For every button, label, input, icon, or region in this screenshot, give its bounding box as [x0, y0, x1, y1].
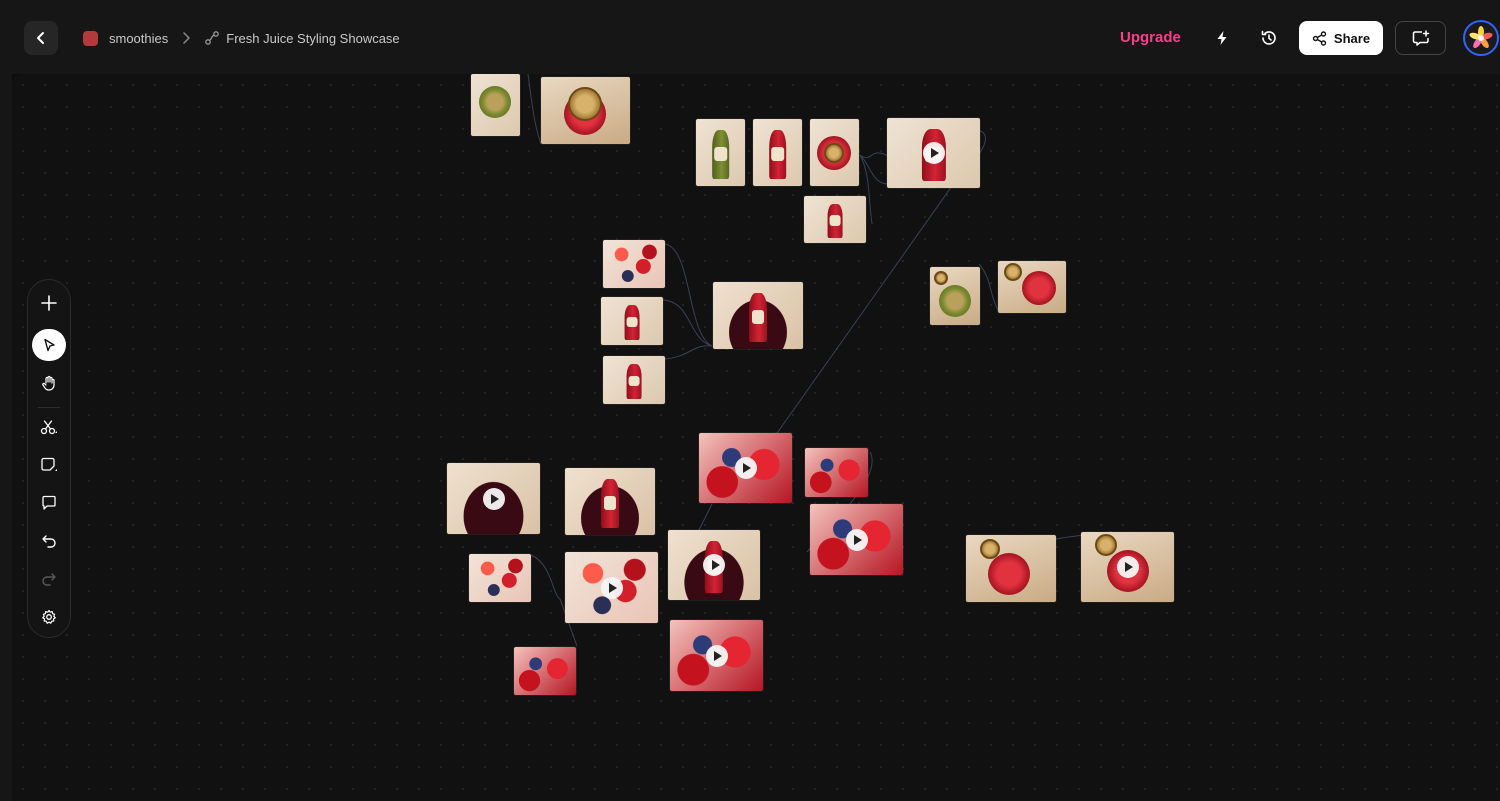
- redo-icon: [42, 573, 56, 586]
- top-bar: smoothies Fresh Juice Styling Showcase U…: [0, 0, 1500, 74]
- pan-tool-button[interactable]: [33, 367, 65, 399]
- redo-button[interactable]: [33, 563, 65, 595]
- plus-icon: [41, 295, 57, 311]
- image-node-green-jar-lid[interactable]: [471, 74, 520, 136]
- left-gutter: [0, 74, 12, 801]
- cursor-icon: [43, 338, 55, 352]
- note-tool-button[interactable]: [33, 449, 65, 481]
- gear-icon: [42, 609, 56, 624]
- lightning-icon: [1217, 31, 1227, 45]
- chevron-right-icon: [182, 32, 191, 44]
- add-tool-button[interactable]: [33, 287, 65, 319]
- cut-tool-button[interactable]: [33, 411, 65, 443]
- flow-icon: [204, 30, 220, 46]
- image-node-red-bottle[interactable]: [753, 119, 802, 186]
- user-avatar[interactable]: [1463, 20, 1499, 56]
- image-node-berry-cluster[interactable]: [603, 240, 665, 288]
- play-icon: [703, 554, 725, 576]
- breadcrumb-project[interactable]: smoothies: [109, 31, 168, 46]
- share-label: Share: [1333, 30, 1371, 46]
- image-node-strawberry-video[interactable]: [565, 552, 658, 623]
- image-node-red-bottle-2[interactable]: [601, 297, 663, 345]
- image-node-splash-video-3[interactable]: [670, 620, 763, 691]
- breadcrumb: smoothies Fresh Juice Styling Showcase: [83, 27, 400, 49]
- play-icon: [705, 644, 728, 667]
- hand-icon: [42, 375, 55, 391]
- select-tool-button[interactable]: [32, 329, 66, 361]
- flower-avatar: [1469, 26, 1493, 49]
- image-node-bottle-cherries-2[interactable]: [565, 468, 655, 535]
- image-node-red-bottle-3[interactable]: [603, 356, 665, 404]
- settings-button[interactable]: [33, 601, 65, 633]
- image-node-strawberry-small[interactable]: [469, 554, 531, 602]
- project-color-swatch: [83, 30, 98, 46]
- image-node-splash-video-1[interactable]: [699, 433, 792, 503]
- canvas[interactable]: [12, 74, 1500, 801]
- tool-palette: [27, 279, 71, 638]
- image-node-jar-topdown[interactable]: [810, 119, 859, 186]
- history-icon: [1261, 30, 1276, 45]
- image-node-red-bottle-small[interactable]: [804, 196, 866, 243]
- undo-button[interactable]: [33, 525, 65, 557]
- present-icon: [1412, 30, 1429, 46]
- history-button[interactable]: [1253, 22, 1285, 54]
- image-node-berries-small[interactable]: [805, 448, 868, 497]
- image-node-red-bottle-video[interactable]: [887, 118, 980, 188]
- share-icon: [1312, 30, 1327, 46]
- image-node-red-jar-lid[interactable]: [541, 77, 630, 144]
- undo-icon: [42, 535, 56, 548]
- image-node-red-jam-open[interactable]: [966, 535, 1056, 602]
- lightning-button[interactable]: [1206, 22, 1238, 54]
- play-icon: [600, 576, 623, 599]
- play-icon: [845, 528, 868, 551]
- image-node-red-jam-video[interactable]: [1081, 532, 1174, 602]
- image-node-bottle-cherries-video[interactable]: [668, 530, 760, 600]
- palette-divider: [38, 407, 60, 408]
- present-button[interactable]: [1395, 21, 1446, 55]
- image-node-splash-small[interactable]: [514, 647, 576, 695]
- upgrade-link[interactable]: Upgrade: [1120, 29, 1181, 46]
- play-icon: [734, 457, 757, 479]
- image-node-splash-video-2[interactable]: [810, 504, 903, 575]
- comment-icon: [42, 495, 56, 510]
- share-button[interactable]: Share: [1299, 21, 1383, 55]
- back-button[interactable]: [24, 21, 58, 55]
- chevron-left-icon: [37, 32, 44, 44]
- play-icon: [1116, 556, 1139, 578]
- image-node-green-bottle[interactable]: [696, 119, 745, 186]
- sticky-note-icon: [41, 457, 57, 471]
- scissors-icon: [40, 420, 57, 435]
- image-node-bottle-in-cherries[interactable]: [713, 282, 803, 349]
- comment-tool-button[interactable]: [33, 487, 65, 519]
- play-icon: [922, 142, 945, 164]
- breadcrumb-canvas-title[interactable]: Fresh Juice Styling Showcase: [226, 31, 399, 46]
- image-node-green-jam-jar[interactable]: [930, 267, 980, 325]
- image-node-cherry-pile-video[interactable]: [447, 463, 540, 534]
- image-node-red-jam-jar[interactable]: [998, 261, 1066, 313]
- play-icon: [482, 487, 505, 510]
